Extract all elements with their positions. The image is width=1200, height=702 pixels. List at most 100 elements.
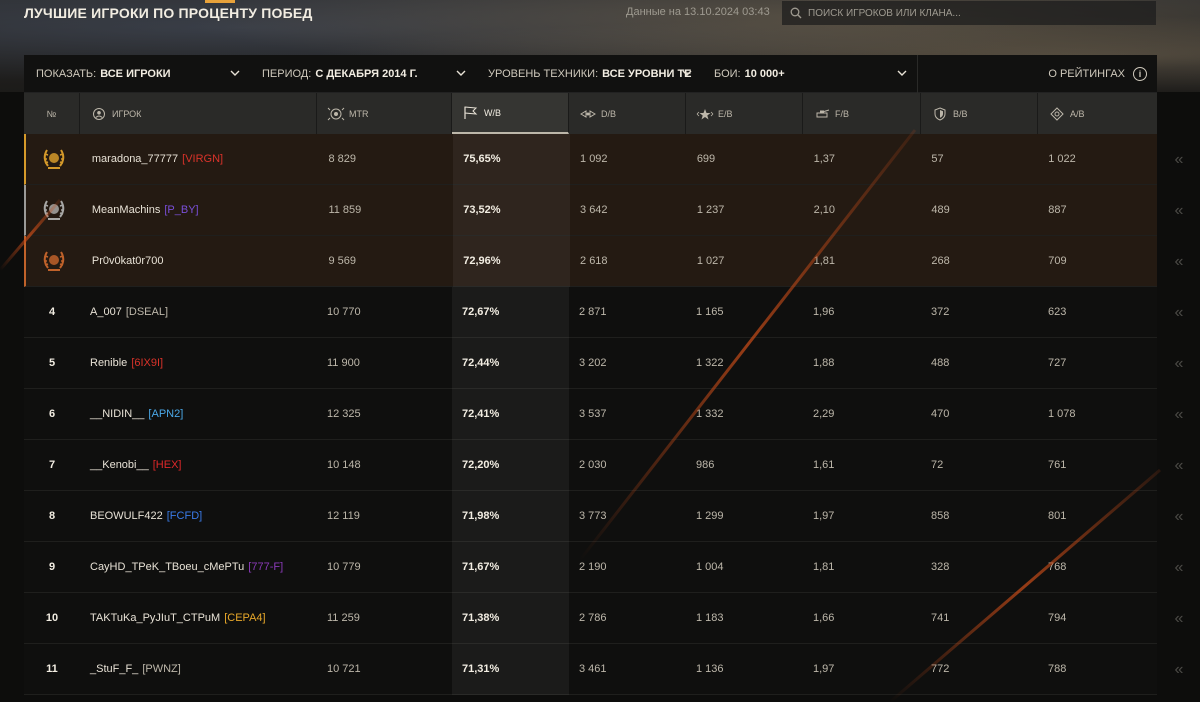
column-fb[interactable]: F/B xyxy=(803,93,921,134)
player-name[interactable]: A_007 xyxy=(90,306,122,318)
bb-cell: 488 xyxy=(931,357,950,369)
player-name[interactable]: MeanMachins xyxy=(92,204,160,216)
bb-cell: 57 xyxy=(931,153,944,165)
column-player[interactable]: ИГРОК xyxy=(80,93,317,134)
column-db[interactable]: D/B xyxy=(569,93,686,134)
player-cell[interactable]: BEOWULF422 [FCFD] xyxy=(80,491,317,542)
bb-cell: 328 xyxy=(931,561,950,573)
expand-row-icon[interactable]: « xyxy=(1158,236,1200,287)
db-cell: 3 461 xyxy=(579,663,607,675)
player-name[interactable]: CayHD_TPeK_TBoeu_cMePTu xyxy=(90,561,244,573)
table-row[interactable]: 7 __Kenobi__ [HEX] 10 148 72,20% 2 030 986 1,61… xyxy=(24,439,1157,491)
filter-tier[interactable]: УРОВЕНЬ ТЕХНИКИ: ВСЕ УРОВНИ ТЕ xyxy=(476,55,702,93)
expand-row-icon[interactable]: « xyxy=(1158,593,1200,644)
filter-battles[interactable]: БОИ: 10 000+ xyxy=(702,54,918,93)
player-cell[interactable]: __NIDIN__ [APN2] xyxy=(80,389,317,440)
table-row[interactable]: 8 BEOWULF422 [FCFD] 12 119 71,98% 3 773 1 299 1… xyxy=(24,490,1157,542)
table-row[interactable]: Pr0v0kat0r700 9 569 72,96% 2 618 1 027 1,81 26… xyxy=(24,235,1157,287)
fb-cell: 1,61 xyxy=(813,459,835,471)
column-eb[interactable]: E/B xyxy=(686,93,803,134)
player-name[interactable]: Pr0v0kat0r700 xyxy=(92,255,164,267)
column-wb-label: W/B xyxy=(484,107,501,118)
player-cell[interactable]: Renible [6IX9I] xyxy=(80,338,317,389)
player-cell[interactable]: TAKTuKa_PyJIuT_CTPuM [CEPA4] xyxy=(80,593,317,644)
column-wb[interactable]: W/B xyxy=(452,93,569,134)
expand-row-icon[interactable]: « xyxy=(1158,491,1200,542)
filter-tier-label: УРОВЕНЬ ТЕХНИКИ: xyxy=(488,67,599,80)
player-cell[interactable]: maradona_77777 [VIRGN] xyxy=(82,134,319,185)
search-box[interactable] xyxy=(782,1,1156,25)
table-row[interactable]: 6 __NIDIN__ [APN2] 12 325 72,41% 3 537 1 332 2,… xyxy=(24,388,1157,440)
clan-tag[interactable]: [PWNZ] xyxy=(142,663,181,675)
player-name[interactable]: Renible xyxy=(90,357,127,369)
eb-cell: 699 xyxy=(696,153,716,165)
eb-cell: 1 237 xyxy=(696,204,725,216)
filter-show[interactable]: ПОКАЗАТЬ: ВСЕ ИГРОКИ xyxy=(24,55,250,93)
player-name[interactable]: _StuF_F_ xyxy=(90,663,138,675)
search-icon xyxy=(790,7,802,19)
clan-tag[interactable]: [FCFD] xyxy=(167,510,202,522)
eb-cell: 1 004 xyxy=(696,561,724,573)
player-name[interactable]: TAKTuKa_PyJIuT_CTPuM xyxy=(90,612,220,624)
expand-row-icon[interactable]: « xyxy=(1158,287,1200,338)
player-cell[interactable]: Pr0v0kat0r700 xyxy=(82,236,319,287)
chevron-down-icon xyxy=(230,70,240,76)
table-row[interactable]: MeanMachins [P_BY] 11 859 73,52% 3 642 1 237 2… xyxy=(24,184,1157,236)
filter-period[interactable]: ПЕРИОД: С ДЕКАБРЯ 2014 Г. xyxy=(250,55,476,93)
player-cell[interactable]: _StuF_F_ [PWNZ] xyxy=(80,644,317,695)
db-cell: 2 618 xyxy=(580,255,608,267)
player-cell[interactable]: MeanMachins [P_BY] xyxy=(82,185,319,236)
eb-cell: 1 136 xyxy=(696,663,724,675)
ab-cell: 794 xyxy=(1048,612,1067,624)
clan-tag[interactable]: [CEPA4] xyxy=(224,612,265,624)
table-row[interactable]: 10 TAKTuKa_PyJIuT_CTPuM [CEPA4] 11 259 71,38… xyxy=(24,592,1157,644)
expand-row-icon[interactable]: « xyxy=(1158,542,1200,593)
db-cell: 3 642 xyxy=(580,204,608,216)
search-input[interactable] xyxy=(808,7,1138,19)
table-row[interactable]: maradona_77777 [VIRGN] 8 829 75,65% 1 092 699… xyxy=(24,133,1157,185)
clan-tag[interactable]: [P_BY] xyxy=(164,204,198,216)
column-bb[interactable]: B/B xyxy=(921,93,1038,134)
clan-tag[interactable]: [VIRGN] xyxy=(182,153,223,165)
player-name[interactable]: __NIDIN__ xyxy=(90,408,144,420)
mtr-cell: 11 900 xyxy=(327,357,360,369)
ab-cell: 887 xyxy=(1048,204,1067,216)
player-cell[interactable]: CayHD_TPeK_TBoeu_cMePTu [777-F] xyxy=(80,542,317,593)
expand-row-icon[interactable]: « xyxy=(1158,644,1200,695)
bb-cell: 858 xyxy=(931,510,950,522)
column-mtr[interactable]: MTR xyxy=(317,93,452,134)
column-db-label: D/B xyxy=(601,108,617,119)
column-rank[interactable]: № xyxy=(24,93,80,134)
filter-period-value: С ДЕКАБРЯ 2014 Г. xyxy=(315,67,418,80)
chevron-down-icon xyxy=(682,70,692,76)
expand-row-icon[interactable]: « xyxy=(1158,338,1200,389)
bb-cell: 470 xyxy=(931,408,950,420)
clan-tag[interactable]: [HEX] xyxy=(153,459,182,471)
clan-tag[interactable]: [777-F] xyxy=(248,561,283,573)
table-row[interactable]: 11 _StuF_F_ [PWNZ] 10 721 71,31% 3 461 1 136 1,… xyxy=(24,643,1157,695)
table-row[interactable]: 4 A_007 [DSEAL] 10 770 72,67% 2 871 1 165 1,96 3… xyxy=(24,286,1157,338)
about-ratings-link[interactable]: О РЕЙТИНГАХ i xyxy=(918,55,1157,93)
player-cell[interactable]: __Kenobi__ [HEX] xyxy=(80,440,317,491)
expand-row-icon[interactable]: « xyxy=(1158,185,1200,236)
assist-icon xyxy=(1050,106,1064,121)
clan-tag[interactable]: [6IX9I] xyxy=(131,357,163,369)
clan-tag[interactable]: [DSEAL] xyxy=(126,306,168,318)
table-row[interactable]: 5 Renible [6IX9I] 11 900 72,44% 3 202 1 322 1,8… xyxy=(24,337,1157,389)
filter-tier-value: ВСЕ УРОВНИ ТЕ xyxy=(602,67,692,80)
expand-row-icon[interactable]: « xyxy=(1158,440,1200,491)
db-cell: 2 871 xyxy=(579,306,607,318)
experience-star-icon xyxy=(696,108,714,119)
player-name[interactable]: BEOWULF422 xyxy=(90,510,163,522)
expand-row-icon[interactable]: « xyxy=(1158,134,1200,185)
mtr-cell: 10 148 xyxy=(327,459,361,471)
bb-cell: 772 xyxy=(931,663,950,675)
column-ab[interactable]: A/B xyxy=(1038,93,1157,134)
clan-tag[interactable]: [APN2] xyxy=(148,408,183,420)
player-name[interactable]: maradona_77777 xyxy=(92,153,178,165)
table-row[interactable]: 9 CayHD_TPeK_TBoeu_cMePTu [777-F] 10 779 71,… xyxy=(24,541,1157,593)
expand-row-icon[interactable]: « xyxy=(1158,389,1200,440)
player-cell[interactable]: A_007 [DSEAL] xyxy=(80,287,317,338)
wb-cell: 72,67% xyxy=(452,286,569,338)
player-name[interactable]: __Kenobi__ xyxy=(90,459,149,471)
